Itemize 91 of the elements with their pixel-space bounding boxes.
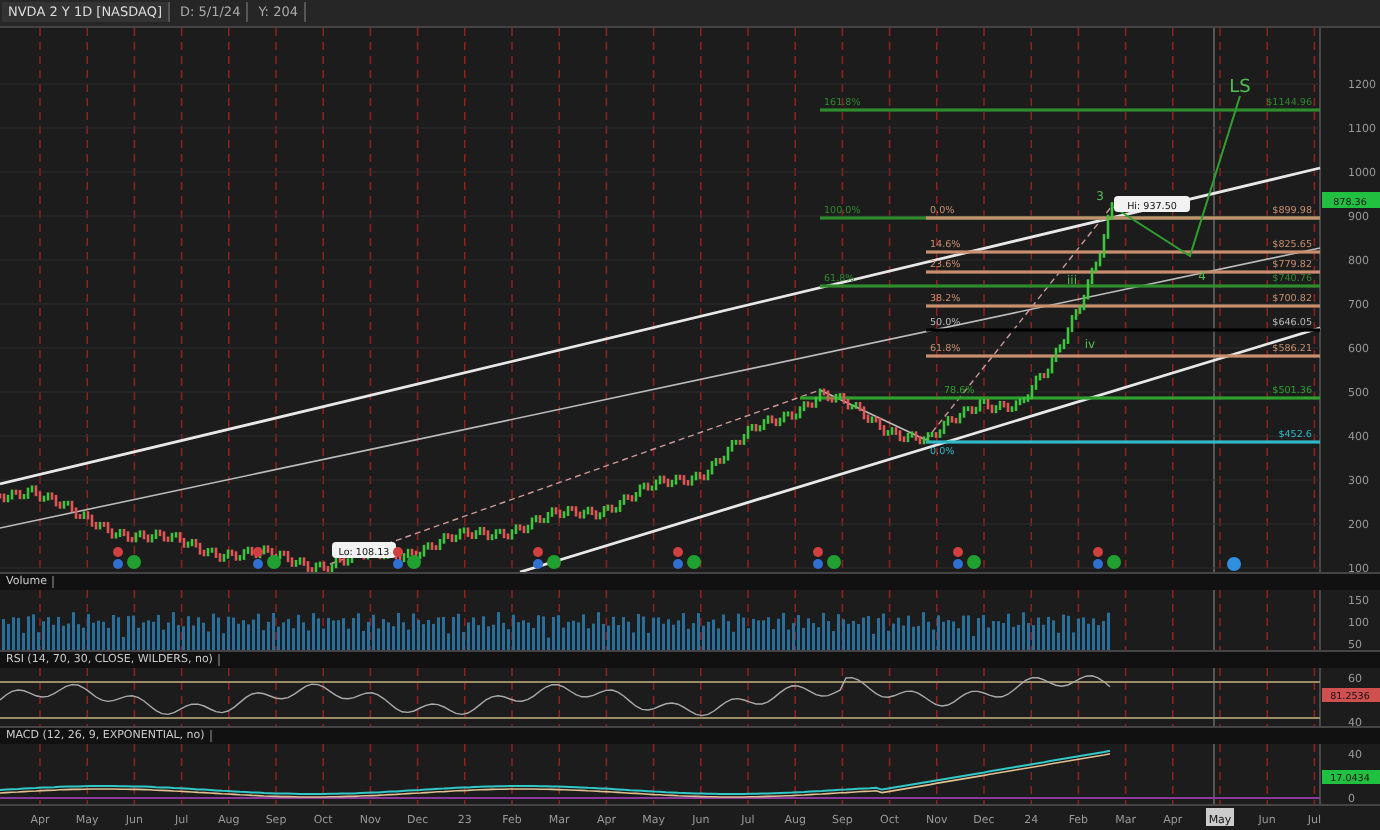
grid-line [275, 667, 277, 727]
grid-line [652, 744, 655, 805]
grid-line [1124, 744, 1127, 805]
grid-line [888, 667, 891, 727]
earnings-markers-icon [253, 546, 281, 569]
grid-line [416, 744, 419, 805]
grid-line [1030, 744, 1032, 805]
grid-line [700, 667, 702, 727]
grid-line [1313, 667, 1316, 727]
grid-line [652, 667, 655, 727]
grid-line [275, 589, 277, 650]
earnings-markers-icon [393, 546, 421, 569]
grid-line [180, 589, 183, 650]
grid-line [275, 744, 277, 805]
grid-line [1219, 667, 1221, 727]
grid-line [464, 744, 466, 805]
grid-line [1219, 589, 1221, 650]
grid-line [794, 589, 796, 650]
grid-line [416, 667, 419, 727]
grid-line [794, 744, 796, 805]
grid-line [133, 667, 136, 727]
event-marker-icon [1227, 556, 1241, 571]
grid-line [1266, 744, 1268, 805]
grid-line [180, 744, 183, 805]
grid-line [605, 667, 608, 727]
grid-line [983, 744, 985, 805]
low-price-label-background [332, 541, 396, 558]
grid-line [369, 589, 372, 650]
grid-line [1313, 589, 1316, 650]
grid-line [228, 667, 230, 727]
grid-line [841, 667, 844, 727]
grid-line [1213, 589, 1215, 650]
grid-line [1030, 667, 1032, 727]
grid-line [39, 667, 41, 727]
earnings-markers-icon [813, 546, 841, 569]
grid-line [1124, 589, 1127, 650]
grid-line [747, 744, 749, 805]
grid-line [794, 667, 796, 727]
current-price-background [1322, 191, 1380, 208]
grid-line [1213, 744, 1215, 805]
high-price-label-background [1114, 195, 1190, 212]
earnings-markers-icon [1093, 546, 1121, 569]
grid-line [1266, 589, 1268, 650]
grid-line [936, 744, 938, 805]
grid-line [1213, 667, 1215, 727]
grid-line [322, 744, 324, 805]
grid-line [228, 744, 230, 805]
earnings-markers-icon [673, 546, 701, 569]
grid-line [511, 667, 513, 727]
grid-line [369, 667, 372, 727]
grid-line [464, 589, 466, 650]
grid-line [700, 589, 702, 650]
grid-line [511, 744, 513, 805]
grid-line [1077, 744, 1080, 805]
grid-line [1219, 744, 1221, 805]
earnings-markers-icon [533, 546, 561, 569]
grid-line [1030, 589, 1032, 650]
grid-line [511, 589, 513, 650]
grid-line [605, 589, 608, 650]
grid-line [888, 744, 891, 805]
grid-line [1172, 744, 1174, 805]
indicator-value-background [1322, 687, 1380, 702]
grid-line [1172, 667, 1174, 727]
grid-line [558, 667, 560, 727]
grid-line [86, 667, 88, 727]
grid-line [133, 744, 136, 805]
indicator-value-background [1322, 770, 1380, 785]
grid-line [180, 667, 183, 727]
grid-line [369, 744, 372, 805]
wave-label: LS [1229, 77, 1251, 98]
grid-line [86, 744, 88, 805]
grid-line [700, 744, 702, 805]
grid-line [39, 589, 41, 650]
grid-line [1172, 589, 1174, 650]
earnings-markers-icon [953, 546, 981, 569]
grid-line [558, 744, 560, 805]
grid-line [86, 589, 88, 650]
grid-line [1124, 667, 1127, 727]
grid-line [1313, 744, 1316, 805]
grid-line [936, 589, 938, 650]
grid-line [1266, 667, 1268, 727]
grid-line [983, 667, 985, 727]
earnings-markers-icon [113, 546, 141, 569]
grid-line [322, 667, 324, 727]
grid-line [39, 744, 41, 805]
grid-line [747, 667, 749, 727]
grid-line [1077, 667, 1080, 727]
grid-line [841, 744, 844, 805]
grid-line [464, 667, 466, 727]
grid-line [605, 744, 608, 805]
grid-line [936, 667, 938, 727]
